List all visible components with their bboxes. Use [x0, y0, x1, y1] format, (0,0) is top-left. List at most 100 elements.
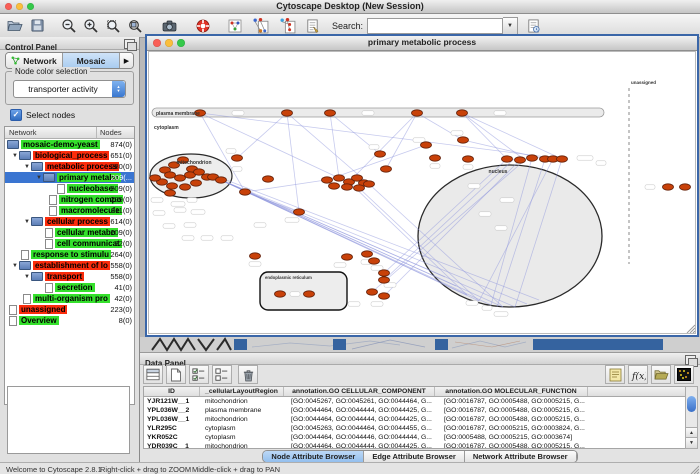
- graph-node[interactable]: [379, 277, 390, 283]
- column-header[interactable]: ID: [144, 387, 200, 396]
- open-session-button[interactable]: [5, 16, 25, 36]
- tree-row[interactable]: macromolecule311(0): [5, 205, 134, 216]
- column-header[interactable]: annotation.GO MOLECULAR_FUNCTION: [435, 387, 588, 396]
- graph-node[interactable]: [165, 172, 176, 178]
- graph-node[interactable]: [304, 291, 315, 297]
- search-dropdown-button[interactable]: ▼: [503, 17, 518, 35]
- save-session-as-button[interactable]: [523, 16, 543, 36]
- graph-node[interactable]: [354, 185, 365, 191]
- graph-node[interactable]: [342, 184, 353, 190]
- tree-row[interactable]: ▼establishment of lo558(0): [5, 260, 134, 271]
- expand-arrow-icon[interactable]: ▼: [11, 153, 19, 159]
- tree-row[interactable]: ▼biological_process651(0): [5, 150, 134, 161]
- graph-node[interactable]: [502, 156, 513, 162]
- zoom-in-button[interactable]: [81, 16, 101, 36]
- expand-arrow-icon[interactable]: ▼: [23, 219, 31, 225]
- network-canvas[interactable]: plasma membranecytoplasmmitochondrionnuc…: [148, 51, 696, 334]
- tree-row[interactable]: ▼primary metabo209(...: [5, 172, 134, 183]
- graph-node[interactable]: [294, 209, 305, 215]
- graph-node[interactable]: [282, 110, 293, 116]
- delete-attribute-button[interactable]: [238, 365, 258, 384]
- expand-arrow-icon[interactable]: ▼: [11, 263, 19, 269]
- graph-node[interactable]: [421, 142, 432, 148]
- graph-node[interactable]: [364, 181, 375, 187]
- zoom-selected-button[interactable]: [125, 16, 145, 36]
- graph-node[interactable]: [362, 251, 373, 257]
- graph-node[interactable]: [216, 177, 227, 183]
- expand-arrow-icon[interactable]: ▼: [35, 175, 43, 181]
- graph-node[interactable]: [329, 183, 340, 189]
- table-row[interactable]: YLR295Ccytoplasm[GO:0045263, GO:0044464,…: [144, 424, 685, 433]
- graph-node[interactable]: [457, 110, 468, 116]
- graph-node[interactable]: [322, 177, 333, 183]
- browser-tab[interactable]: Node Attribute Browser: [263, 451, 364, 462]
- float-panel-icon[interactable]: [124, 39, 135, 49]
- annotation-button[interactable]: [302, 16, 322, 36]
- tree-row[interactable]: nucleobase-209(0): [5, 183, 134, 194]
- import-attributes-button[interactable]: [651, 365, 671, 384]
- network-graph[interactable]: plasma membranecytoplasmmitochondrionnuc…: [149, 52, 696, 334]
- more-tabs-button[interactable]: ▶: [120, 53, 133, 68]
- graph-node[interactable]: [430, 155, 441, 161]
- graph-node[interactable]: [342, 254, 353, 260]
- attribute-table[interactable]: ID_cellularLayoutRegionannotation.GO CEL…: [143, 386, 686, 449]
- graph-node[interactable]: [194, 169, 205, 175]
- table-row[interactable]: YKR052Ccytoplasm[GO:0044464, GO:0044446,…: [144, 433, 685, 442]
- zoom-fit-button[interactable]: [103, 16, 123, 36]
- graph-node[interactable]: [175, 175, 186, 181]
- graph-node[interactable]: [240, 189, 251, 195]
- graph-node[interactable]: [663, 184, 674, 190]
- select-attributes-button[interactable]: [189, 365, 209, 384]
- scrollbar-thumb[interactable]: [687, 396, 696, 412]
- browser-tab[interactable]: Network Attribute Browser: [465, 451, 577, 462]
- table-row[interactable]: YDR039C__1mitochondrion[GO:0044464, GO:0…: [144, 442, 685, 449]
- birds-eye-view[interactable]: [7, 386, 130, 454]
- expand-arrow-icon[interactable]: ▼: [23, 164, 31, 170]
- graph-node[interactable]: [412, 110, 423, 116]
- network-window-titlebar[interactable]: primary metabolic process: [147, 36, 697, 51]
- scroll-down-button[interactable]: ▼: [686, 437, 697, 448]
- graph-node[interactable]: [379, 293, 390, 299]
- tree-row[interactable]: response to stimulu264(0): [5, 249, 134, 260]
- layout-button-1[interactable]: [250, 16, 270, 36]
- graph-node[interactable]: [150, 175, 161, 181]
- column-header[interactable]: annotation.GO CELLULAR_COMPONENT: [284, 387, 435, 396]
- graph-node[interactable]: [325, 110, 336, 116]
- graph-node[interactable]: [557, 156, 568, 162]
- graph-node[interactable]: [369, 258, 380, 264]
- tree-row[interactable]: ▼cellular process614(0): [5, 216, 134, 227]
- graph-node[interactable]: [263, 176, 274, 182]
- tree-row[interactable]: cell communicat22(0): [5, 238, 134, 249]
- resize-grip-icon[interactable]: [685, 323, 695, 333]
- select-nodes-checkbox[interactable]: ✓: [10, 109, 22, 121]
- graph-node[interactable]: [275, 291, 286, 297]
- tree-row[interactable]: ▼transport558(0): [5, 271, 134, 282]
- graph-node[interactable]: [527, 155, 538, 161]
- graph-node[interactable]: [165, 190, 176, 196]
- graph-node[interactable]: [463, 156, 474, 162]
- graph-node[interactable]: [250, 253, 261, 259]
- table-row[interactable]: YPL036W__2plasma membrane[GO:0044464, GO…: [144, 406, 685, 415]
- save-session-button[interactable]: [27, 16, 47, 36]
- snapshot-button[interactable]: [159, 16, 179, 36]
- tree-row[interactable]: cellular metabo209(0): [5, 227, 134, 238]
- attribute-matrix-button[interactable]: [674, 365, 694, 384]
- tab-mosaic[interactable]: Mosaic: [63, 53, 120, 68]
- function-builder-button[interactable]: f(x): [628, 365, 648, 384]
- table-scrollbar[interactable]: ▲ ▼: [685, 386, 698, 449]
- tree-row[interactable]: mosaic-demo-yeast874(0): [5, 139, 134, 150]
- graph-node[interactable]: [515, 157, 526, 163]
- graph-node[interactable]: [367, 289, 378, 295]
- table-row[interactable]: YJR121W__1mitochondrion[GO:0045267, GO:0…: [144, 397, 685, 406]
- table-row[interactable]: YPL036W__1mitochondrion[GO:0044464, GO:0…: [144, 415, 685, 424]
- new-attribute-button[interactable]: [166, 365, 186, 384]
- tab-network[interactable]: Network: [6, 53, 63, 68]
- tree-row[interactable]: ▼metabolic process280(0): [5, 161, 134, 172]
- search-input[interactable]: [367, 18, 503, 34]
- graph-node[interactable]: [232, 155, 243, 161]
- attribute-table-button[interactable]: [143, 365, 163, 384]
- tree-row[interactable]: multi-organism pro42(0): [5, 293, 134, 304]
- graph-node[interactable]: [379, 270, 390, 276]
- unselect-attributes-button[interactable]: [212, 365, 232, 384]
- tree-row[interactable]: nitrogen compo209(0): [5, 194, 134, 205]
